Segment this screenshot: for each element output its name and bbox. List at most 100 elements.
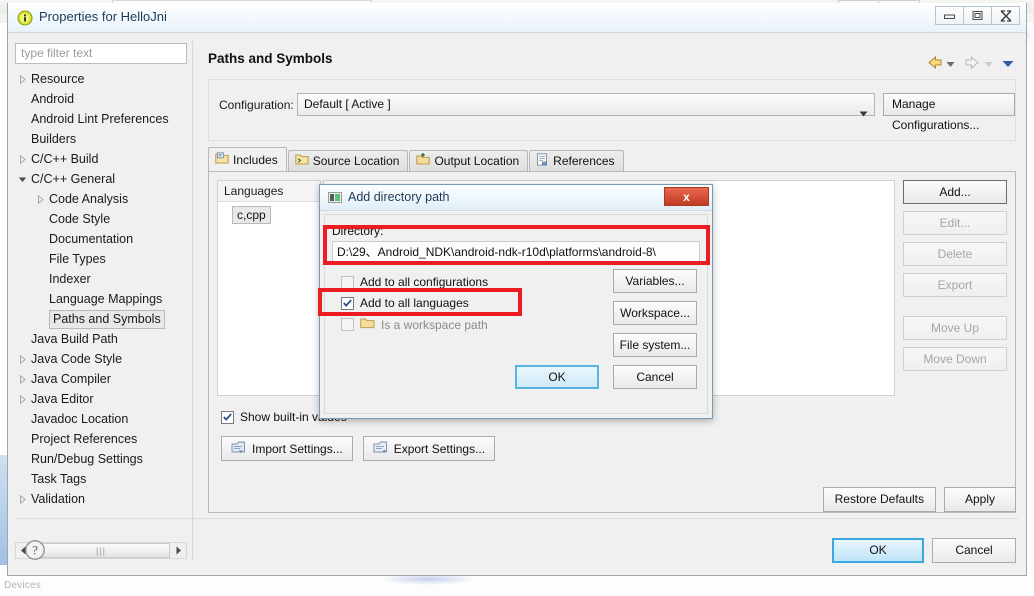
- tab-bar[interactable]: Includes Source Location Output Location Re…: [208, 147, 625, 171]
- sidebar-item-builders[interactable]: Builders: [15, 129, 187, 149]
- is-a-workspace-path-checkbox: [341, 318, 354, 331]
- maximize-icon[interactable]: [963, 6, 992, 25]
- back-menu-chevron-down-icon[interactable]: [946, 57, 955, 71]
- chevron-down-icon[interactable]: [15, 169, 29, 189]
- variables-button[interactable]: Variables...: [613, 269, 697, 293]
- show-builtin-checkbox[interactable]: [221, 410, 234, 424]
- restore-defaults-button[interactable]: Restore Defaults: [822, 487, 936, 512]
- sidebar-item-language-mappings[interactable]: Language Mappings: [15, 289, 187, 309]
- chevron-right-icon[interactable]: [33, 189, 47, 209]
- sidebar-item-run-debug-settings[interactable]: Run/Debug Settings: [15, 449, 187, 469]
- languages-list[interactable]: Languages c,cpp: [217, 180, 321, 396]
- dialog-title: Add directory path: [348, 190, 450, 204]
- sidebar-item-java-compiler[interactable]: Java Compiler: [15, 369, 187, 389]
- sidebar-item-paths-and-symbols[interactable]: Paths and Symbols: [15, 309, 187, 329]
- chevron-down-icon: [859, 103, 868, 124]
- sidebar-item-file-types[interactable]: File Types: [15, 249, 187, 269]
- add-to-all-languages-label: Add to all languages: [360, 296, 469, 310]
- dialog-ok-button[interactable]: OK: [515, 365, 599, 389]
- chevron-right-icon[interactable]: [15, 389, 29, 409]
- output-folder-icon: [416, 152, 431, 169]
- chevron-right-icon[interactable]: [15, 349, 29, 369]
- sidebar-item-c-c-build[interactable]: C/C++ Build: [15, 149, 187, 169]
- sidebar-item-indexer[interactable]: Indexer: [15, 269, 187, 289]
- sidebar-item-java-build-path[interactable]: Java Build Path: [15, 329, 187, 349]
- sidebar-item-validation[interactable]: Validation: [15, 489, 187, 509]
- tab-output-location[interactable]: Output Location: [409, 150, 529, 171]
- move-up-button: Move Up: [903, 316, 1007, 340]
- export-settings-button[interactable]: Export Settings...: [362, 436, 496, 461]
- directory-input[interactable]: D:\29、Android_NDK\android-ndk-r10d\platf…: [332, 241, 700, 263]
- svg-text:?: ?: [32, 543, 38, 558]
- file-system-button[interactable]: File system...: [613, 333, 697, 357]
- ok-button[interactable]: OK: [832, 538, 924, 563]
- tab-includes[interactable]: Includes: [208, 147, 287, 171]
- add-to-all-configurations-label: Add to all configurations: [360, 275, 489, 289]
- configuration-label: Configuration:: [219, 98, 294, 112]
- dialog-footer-buttons: OK Cancel: [832, 538, 1016, 563]
- page-navigation: [926, 55, 1014, 73]
- chevron-right-icon[interactable]: [15, 149, 29, 169]
- apply-button[interactable]: Apply: [944, 487, 1016, 512]
- footer-divider: [16, 518, 1018, 519]
- background-bottom-bar: [0, 578, 1034, 596]
- page-menu-chevron-down-icon[interactable]: [1002, 57, 1014, 71]
- import-settings-button[interactable]: Import Settings...: [221, 436, 353, 461]
- chevron-right-icon[interactable]: [15, 69, 29, 89]
- close-icon[interactable]: [991, 6, 1020, 25]
- chevron-right-icon[interactable]: [15, 369, 29, 389]
- scroll-grip-icon: |||: [95, 545, 106, 556]
- add-to-all-configurations-row[interactable]: Add to all configurations: [341, 275, 488, 289]
- back-arrow-icon[interactable]: [926, 55, 943, 73]
- sidebar-item-android[interactable]: Android: [15, 89, 187, 109]
- sidebar-item-documentation[interactable]: Documentation: [15, 229, 187, 249]
- sidebar-item-label: Documentation: [49, 232, 134, 246]
- move-down-button: Move Down: [903, 347, 1007, 371]
- add-to-all-languages-checkbox[interactable]: [341, 296, 354, 310]
- entry-action-buttons: Add... Edit... Delete Export Move Up Move Dow…: [903, 180, 1007, 371]
- minimize-icon[interactable]: [935, 6, 964, 25]
- dialog-cancel-button[interactable]: Cancel: [613, 365, 697, 389]
- add-button[interactable]: Add...: [903, 180, 1007, 204]
- pane-divider: [192, 41, 193, 561]
- tab-label: Source Location: [312, 154, 400, 168]
- add-to-all-languages-row[interactable]: Add to all languages: [341, 296, 469, 310]
- sidebar-item-label: Code Style: [49, 212, 111, 226]
- language-item[interactable]: c,cpp: [232, 206, 271, 224]
- tab-source-location[interactable]: Source Location: [287, 150, 409, 171]
- preference-tree[interactable]: Resource Android Android Lint Preferences B…: [15, 69, 187, 514]
- sidebar-item-code-analysis[interactable]: Code Analysis: [15, 189, 187, 209]
- forward-arrow-icon: [964, 55, 981, 73]
- tab-references[interactable]: References: [529, 150, 624, 171]
- window-title: Properties for HelloJni: [39, 9, 167, 24]
- sidebar-item-task-tags[interactable]: Task Tags: [15, 469, 187, 489]
- sidebar-item-javadoc-location[interactable]: Javadoc Location: [15, 409, 187, 429]
- delete-button: Delete: [903, 242, 1007, 266]
- add-to-all-configurations-checkbox[interactable]: [341, 275, 354, 289]
- sidebar-item-java-code-style[interactable]: Java Code Style: [15, 349, 187, 369]
- help-question-icon[interactable]: ?: [24, 539, 46, 561]
- scroll-thumb[interactable]: |||: [32, 543, 170, 558]
- source-folder-icon: [295, 153, 309, 169]
- dialog-close-icon[interactable]: x: [664, 187, 709, 206]
- cancel-button[interactable]: Cancel: [932, 538, 1016, 563]
- sidebar-item-java-editor[interactable]: Java Editor: [15, 389, 187, 409]
- filter-input[interactable]: type filter text: [15, 43, 187, 64]
- sidebar-item-resource[interactable]: Resource: [15, 69, 187, 89]
- chevron-right-icon[interactable]: [15, 489, 29, 509]
- sidebar-item-c-c-general[interactable]: C/C++ General: [15, 169, 187, 189]
- manage-configurations-button[interactable]: Manage Configurations...: [883, 93, 1015, 132]
- scroll-right-icon[interactable]: [171, 543, 186, 558]
- import-settings-icon: [231, 440, 246, 457]
- page-title: Paths and Symbols: [208, 51, 333, 66]
- sidebar-item-label: Code Analysis: [49, 192, 129, 206]
- workspace-button[interactable]: Workspace...: [613, 301, 697, 325]
- sidebar-item-android-lint-preferences[interactable]: Android Lint Preferences: [15, 109, 187, 129]
- configuration-select[interactable]: Default [ Active ]: [297, 93, 875, 117]
- export-settings-icon: [373, 440, 388, 457]
- window-controls: [935, 6, 1020, 25]
- sidebar-item-code-style[interactable]: Code Style: [15, 209, 187, 229]
- sidebar-item-project-references[interactable]: Project References: [15, 429, 187, 449]
- sidebar-item-label: C/C++ Build: [31, 152, 99, 166]
- is-a-workspace-path-label: Is a workspace path: [381, 317, 488, 332]
